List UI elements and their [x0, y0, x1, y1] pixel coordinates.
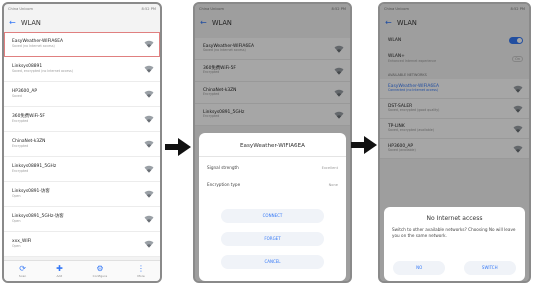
encryption-type-row: Encryption type None: [199, 176, 346, 193]
network-status: Open: [12, 193, 21, 198]
network-status: Saved, encrypted (no Internet access): [12, 68, 73, 73]
network-status: Encrypted: [12, 143, 29, 148]
right-arrow-icon: [350, 134, 378, 156]
network-text: Linksys0891_5GHz-访客 Open: [12, 214, 64, 223]
network-list-item[interactable]: Linksys08891_5GHz Encrypted: [4, 157, 160, 182]
switch-button[interactable]: SWITCH: [463, 261, 516, 275]
network-list-item[interactable]: Linksys0891-访客 Open: [4, 182, 160, 207]
dialog-title: EasyWeather-WIFIA6EA: [199, 133, 346, 157]
right-arrow-icon: [164, 136, 192, 158]
network-status: Encrypted: [12, 118, 29, 123]
toolbar-button-add[interactable]: ✚ Add: [56, 263, 63, 278]
toolbar-button-label: Add: [56, 273, 63, 278]
phone-screen-wlan-list: China Unicom 8:52 PM ← WLAN EasyWeather-…: [2, 2, 162, 283]
wifi-signal-icon: [144, 90, 154, 98]
toolbar-button-more[interactable]: ⋮ More: [137, 263, 146, 278]
network-list: EasyWeather-WIFIA6EA Saved (no Internet a…: [4, 32, 160, 257]
network-status: Open: [12, 218, 21, 223]
network-text: Linksys0891-访客 Open: [12, 189, 50, 198]
cancel-button[interactable]: CANCEL: [221, 255, 324, 269]
network-list-item[interactable]: Linksys08891 Saved, encrypted (no Interne…: [4, 57, 160, 82]
encryption-type-value: None: [328, 182, 338, 187]
wifi-signal-icon: [144, 140, 154, 148]
scan-icon: ⟳: [19, 263, 26, 273]
wifi-signal-icon: [144, 215, 154, 223]
network-details-dialog: EasyWeather-WIFIA6EA Signal strength Exc…: [199, 133, 346, 281]
dialog-actions: NO SWITCH: [384, 261, 525, 275]
status-time: 8:52 PM: [141, 7, 156, 11]
phone-screen-network-dialog: China Unicom 8:52 PM ← WLAN EasyWeather-…: [193, 2, 352, 283]
wifi-signal-icon: [144, 40, 154, 48]
toolbar-button-label: Scan: [18, 273, 27, 278]
connect-button[interactable]: CONNECT: [221, 209, 324, 223]
network-text: Linksys08891 Saved, encrypted (no Interne…: [12, 64, 73, 73]
network-list-item[interactable]: Linksys0891_5GHz-访客 Open: [4, 207, 160, 232]
network-status: Saved (no Internet access): [12, 43, 55, 48]
add-icon: ✚: [56, 263, 63, 273]
network-list-item[interactable]: xxx_WIFI Open: [4, 232, 160, 257]
network-text: EasyWeather-WIFIA6EA Saved (no Internet a…: [12, 39, 63, 48]
toolbar-button-label: Configure: [92, 273, 108, 278]
network-text: ChinaNet-k3ZN Encrypted: [12, 139, 45, 148]
signal-strength-value: Excellent: [321, 165, 338, 170]
network-text: 360免费WiFi-5F Encrypted: [12, 114, 45, 123]
title-bar: ← WLAN: [4, 14, 160, 31]
wifi-signal-icon: [144, 65, 154, 73]
configure-icon: ⚙: [96, 263, 104, 273]
signal-strength-label: Signal strength: [207, 165, 239, 170]
network-list-item[interactable]: ChinaNet-k3ZN Encrypted: [4, 132, 160, 157]
no-button[interactable]: NO: [393, 261, 446, 275]
carrier-label: China Unicom: [8, 7, 33, 11]
network-status: Saved: [12, 93, 22, 98]
network-status: Encrypted: [12, 168, 29, 173]
phone-screen-no-internet: China Unicom 8:52 PM ← WLAN WLAN WLAN+ E…: [378, 2, 531, 283]
page-title: WLAN: [21, 18, 41, 27]
network-text: xxx_WIFI Open: [12, 239, 31, 248]
network-text: Linksys08891_5GHz Encrypted: [12, 164, 56, 173]
wifi-signal-icon: [144, 115, 154, 123]
forget-button[interactable]: FORGET: [221, 232, 324, 246]
status-bar: China Unicom 8:52 PM: [4, 4, 160, 14]
signal-strength-row: Signal strength Excellent: [199, 159, 346, 176]
dialog-message: Switch to other available networks? Choo…: [392, 227, 516, 238]
more-icon: ⋮: [137, 263, 146, 273]
toolbar-button-scan[interactable]: ⟳ Scan: [18, 263, 27, 278]
bottom-toolbar: ⟳ Scan ✚ Add ⚙ Configure ⋮ More: [4, 260, 160, 281]
toolbar-button-label: More: [137, 273, 145, 278]
network-text: HP3600_AP Saved: [12, 89, 37, 98]
dialog-title: No Internet access: [426, 215, 483, 222]
back-arrow-icon[interactable]: ←: [9, 18, 18, 27]
toolbar-button-configure[interactable]: ⚙ Configure: [92, 263, 108, 278]
wifi-signal-icon: [144, 240, 154, 248]
network-list-item[interactable]: EasyWeather-WIFIA6EA Saved (no Internet a…: [4, 32, 160, 57]
wifi-signal-icon: [144, 190, 154, 198]
network-list-item[interactable]: HP3600_AP Saved: [4, 82, 160, 107]
no-internet-dialog: No Internet access Switch to other avail…: [384, 207, 525, 281]
encryption-type-label: Encryption type: [207, 182, 241, 187]
wifi-signal-icon: [144, 165, 154, 173]
network-status: Open: [12, 243, 21, 248]
network-list-item[interactable]: 360免费WiFi-5F Encrypted: [4, 107, 160, 132]
